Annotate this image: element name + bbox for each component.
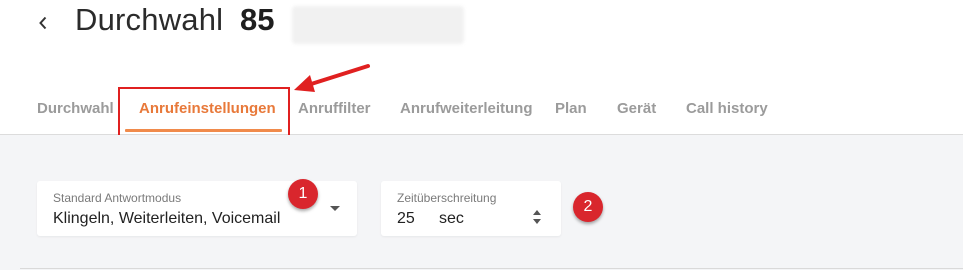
timeout-unit: sec	[439, 210, 464, 227]
timeout-value[interactable]: 25	[397, 210, 415, 228]
annotation-badge-1: 1	[288, 179, 318, 209]
content-divider	[20, 268, 963, 269]
timeout-field[interactable]: Zeitüberschreitung 25 sec	[381, 181, 561, 236]
caret-down-icon[interactable]	[330, 206, 340, 211]
tab-durchwahl[interactable]: Durchwahl	[37, 100, 114, 117]
tab-geraet[interactable]: Gerät	[617, 100, 656, 117]
settings-content: Standard Antwortmodus Klingeln, Weiterle…	[0, 135, 963, 270]
extension-number: 85	[240, 2, 275, 37]
tab-anrufweiterleitung[interactable]: Anrufweiterleitung	[400, 100, 533, 117]
chevron-left-icon	[39, 16, 47, 30]
page-title: Durchwahl	[75, 2, 224, 37]
annotation-badge-2: 2	[573, 192, 603, 222]
arrow-icon	[294, 64, 370, 92]
tab-call-history[interactable]: Call history	[686, 100, 768, 117]
answer-mode-label: Standard Antwortmodus	[53, 191, 182, 205]
spinner-arrows-icon[interactable]	[531, 208, 543, 226]
tab-anruffilter[interactable]: Anruffilter	[298, 100, 371, 117]
timeout-label: Zeitüberschreitung	[397, 191, 497, 205]
annotation-highlight-box	[118, 87, 290, 142]
answer-mode-value: Klingeln, Weiterleiten, Voicemail	[53, 210, 281, 227]
back-button[interactable]	[32, 8, 54, 38]
blurred-extension-name	[292, 6, 464, 44]
tab-plan[interactable]: Plan	[555, 100, 587, 117]
